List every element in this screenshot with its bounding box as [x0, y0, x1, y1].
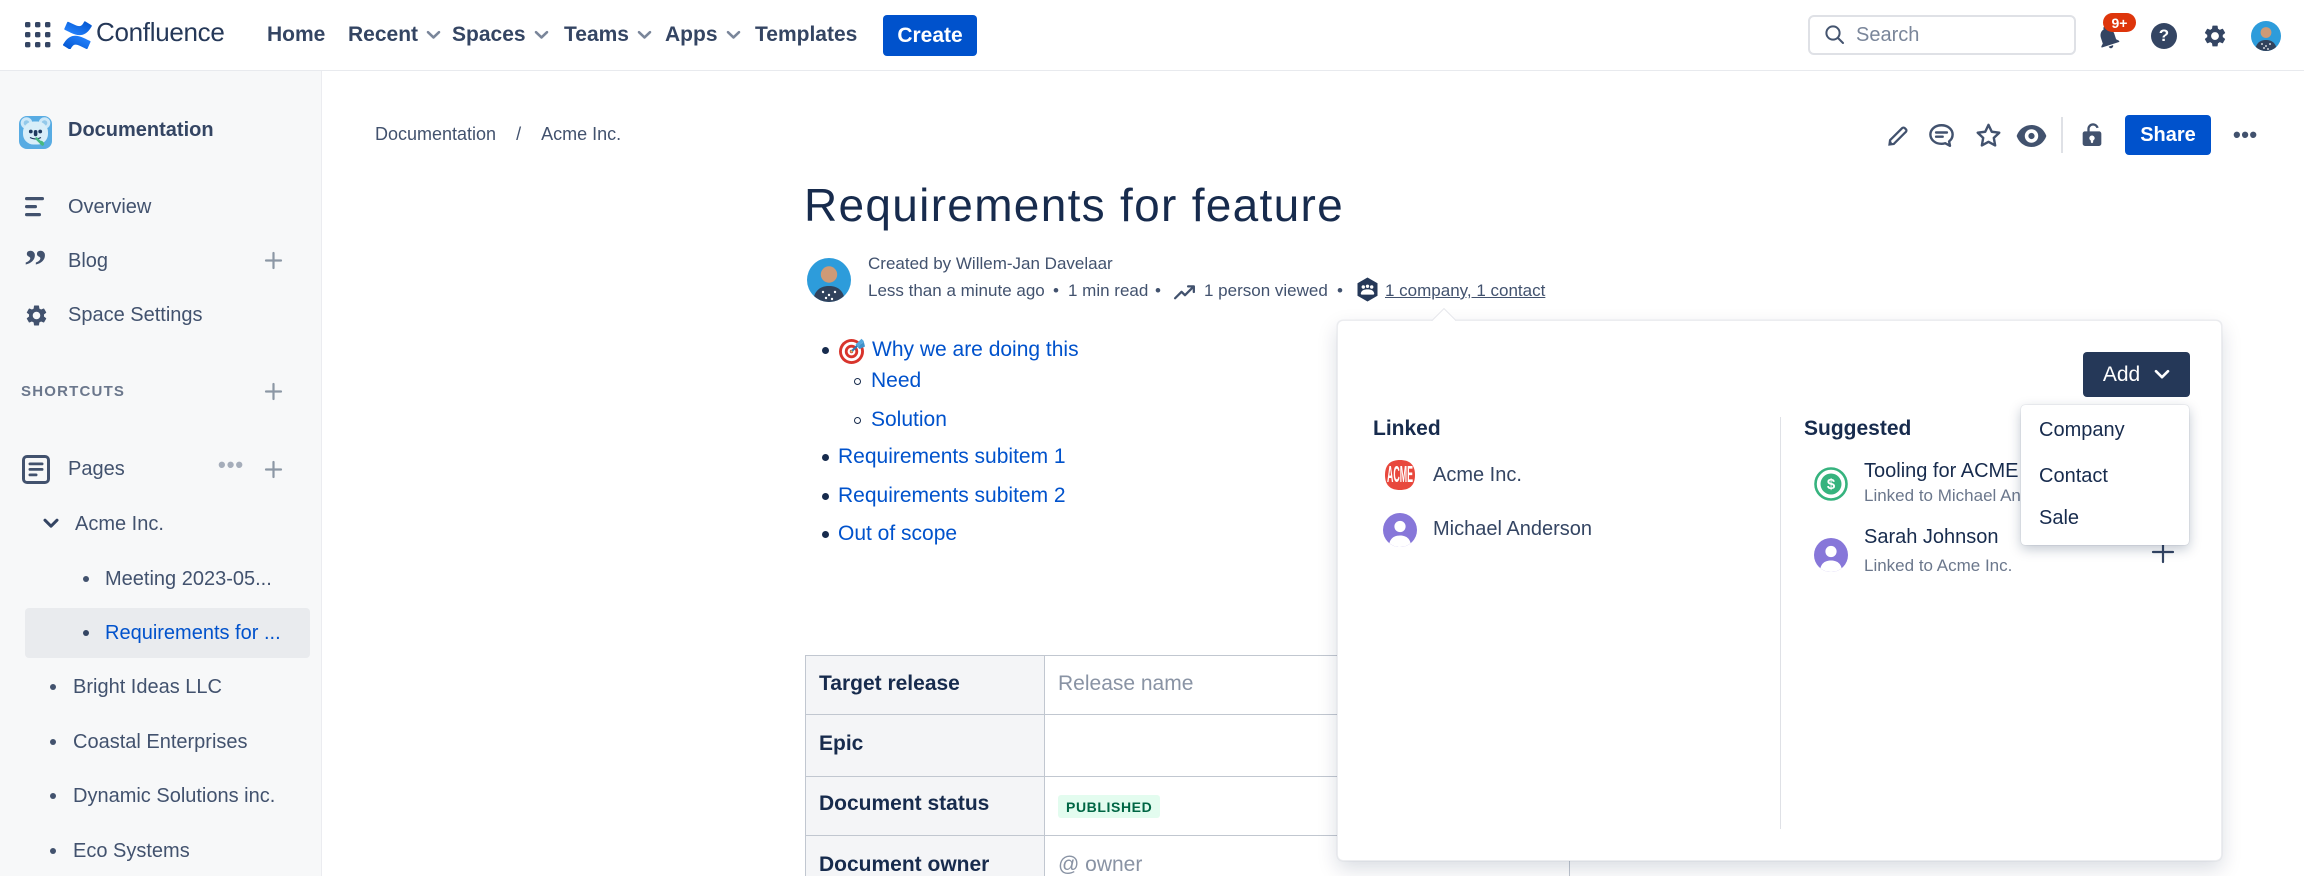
svg-text:$: $ [1827, 476, 1836, 493]
svg-text:ACME: ACME [1387, 462, 1413, 488]
